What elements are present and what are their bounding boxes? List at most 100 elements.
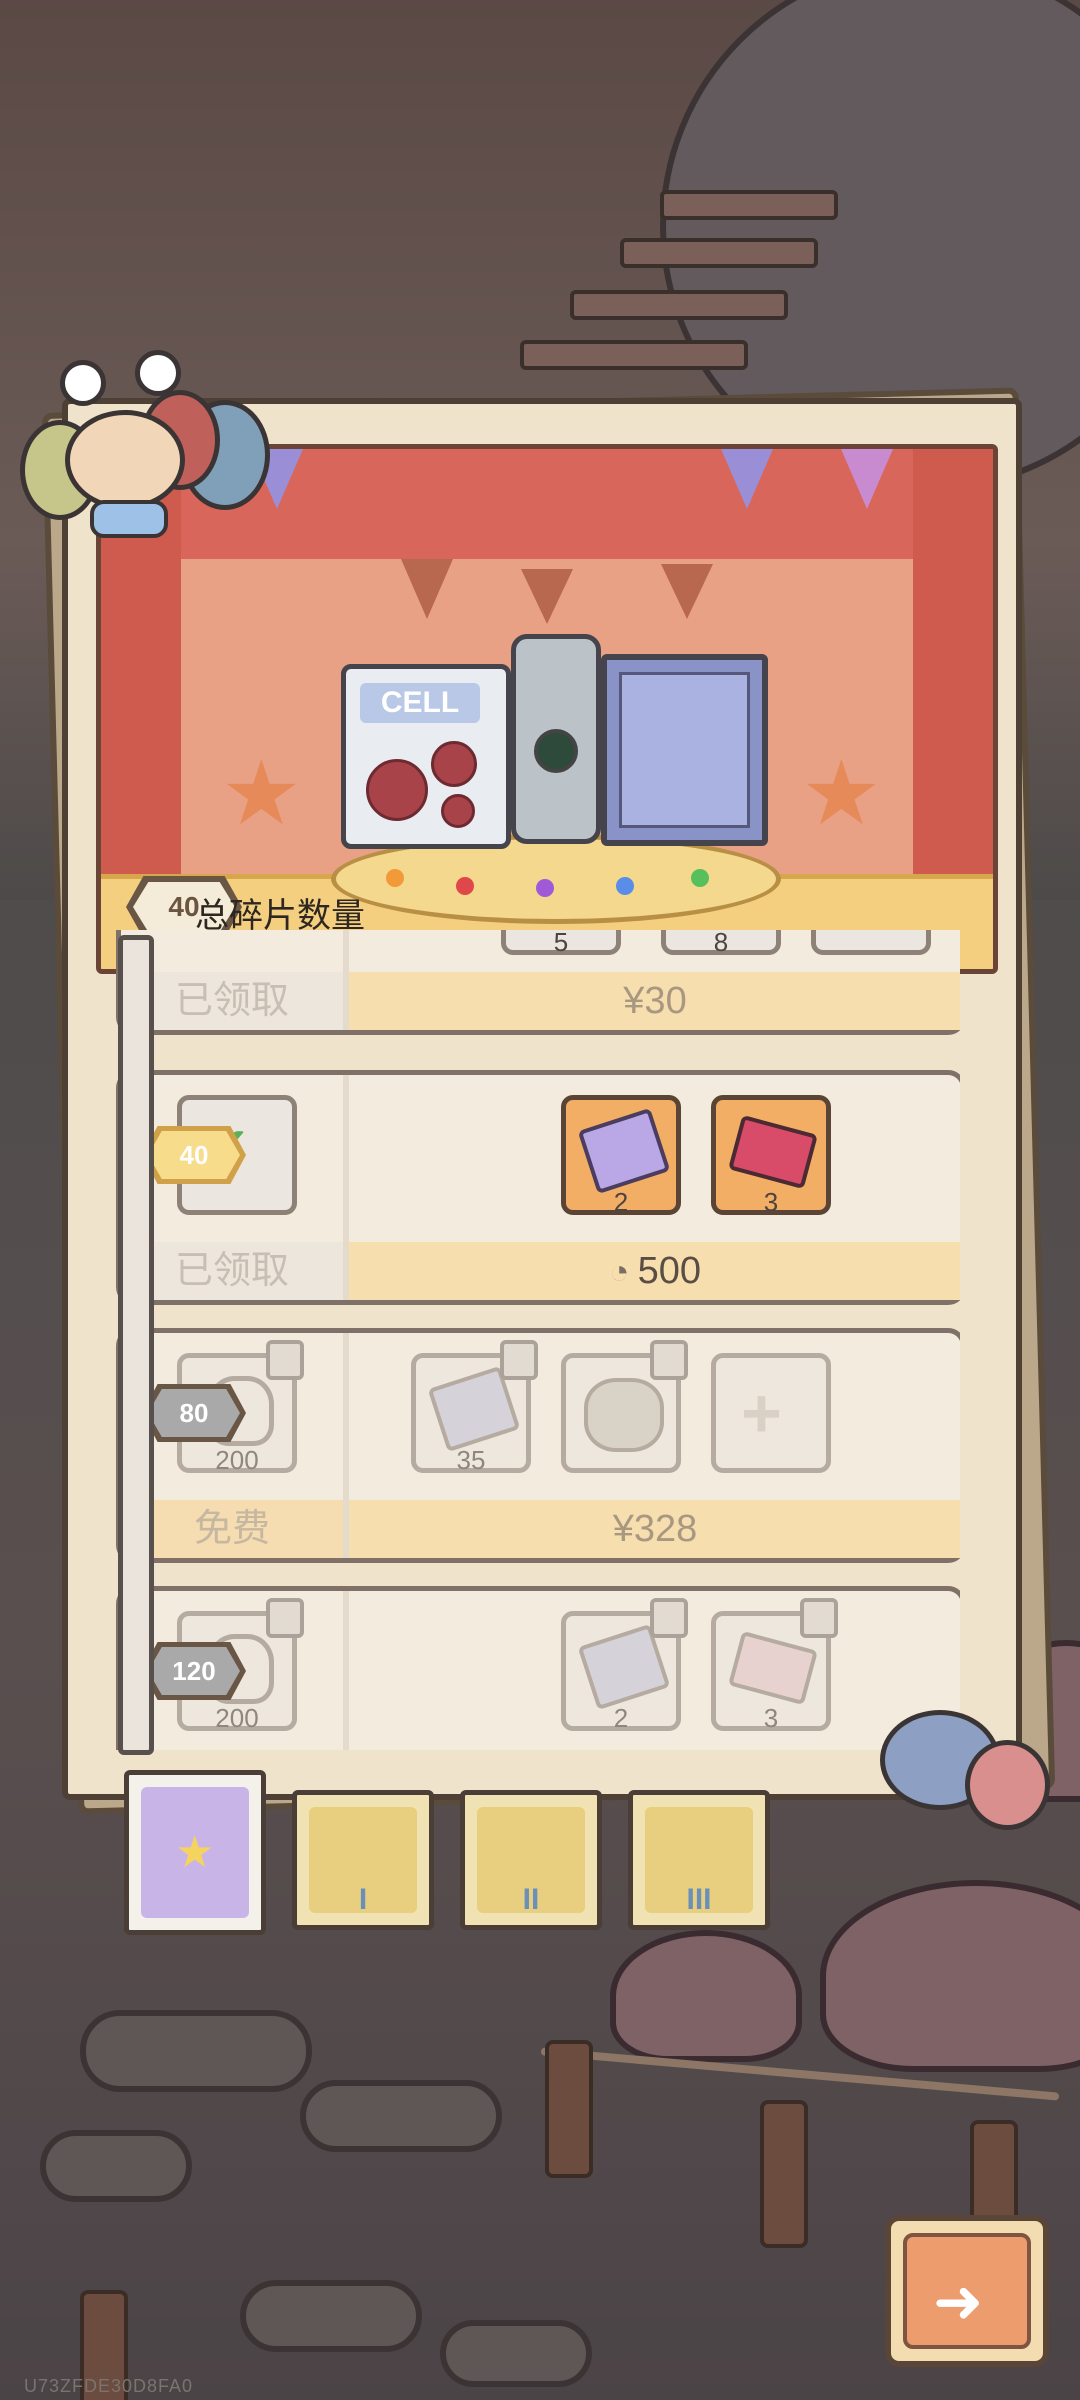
background-stone (240, 2280, 422, 2352)
bunting-flag (521, 569, 573, 624)
milestone-badge: 80 (148, 1389, 240, 1437)
eye-icon (534, 729, 578, 773)
virus-icon (366, 759, 428, 821)
user-id-watermark: U73ZFDE30D8FA0 (24, 2376, 194, 2396)
cell-book: CELL (341, 664, 511, 849)
bow-icon (90, 500, 168, 538)
reward-qty: 35 (456, 1445, 486, 1475)
reward-list[interactable]: 已领取 ¥30 5 8 ✔ 2 3 已领取 ◔500 (60, 930, 960, 1750)
tab-1[interactable]: I (292, 1790, 434, 1930)
light-bulb (536, 879, 554, 897)
bunting-flag (401, 559, 453, 619)
star-decoration: ★ (221, 744, 302, 844)
reward-qty: 2 (613, 1703, 629, 1733)
tab-numeral: II (522, 1883, 540, 1916)
red-ticket-icon (728, 1630, 818, 1706)
background-post (760, 2100, 808, 2248)
snail-mascot (20, 350, 270, 538)
reward-slot[interactable] (811, 930, 931, 955)
reward-qty: 2 (613, 1187, 629, 1217)
reward-qty: 200 (215, 1703, 259, 1733)
next-button-face: ➜ (903, 2233, 1031, 2349)
book-title: CELL (360, 683, 480, 723)
background-stone (300, 2080, 502, 2152)
milestone-badge-active: 40 (148, 1131, 240, 1179)
lock-icon (650, 1598, 688, 1638)
reward-slot[interactable] (561, 1340, 688, 1473)
light-bulb (691, 869, 709, 887)
reward-slot[interactable]: 8 (661, 930, 781, 957)
snail-face (65, 410, 185, 510)
reward-row: ✔ 2 3 已领取 ◔500 (116, 1070, 960, 1305)
snail-eye (60, 360, 106, 406)
background-stone (440, 2320, 592, 2387)
price-text: 500 (637, 1250, 701, 1292)
background-step (660, 190, 838, 220)
tab-2[interactable]: II (460, 1790, 602, 1930)
season-tabs: ★ I II III (120, 1770, 770, 1940)
background-step (570, 290, 788, 320)
reward-qty: 200 (215, 1445, 259, 1475)
lock-icon (500, 1340, 538, 1380)
light-bulb (456, 877, 474, 895)
ticket-card-icon (577, 1107, 671, 1195)
next-button[interactable]: ➜ (885, 2215, 1049, 2367)
lantern-machine (511, 634, 601, 844)
claim-status-label: 已领取 (121, 972, 343, 1030)
reward-qty: 3 (763, 1703, 779, 1733)
lock-icon (266, 1598, 304, 1638)
snail-eye (135, 350, 181, 396)
tab-special[interactable]: ★ (124, 1770, 266, 1935)
background-step (520, 340, 748, 370)
painting-frame (601, 654, 768, 846)
virus-icon (441, 794, 475, 828)
bunting-flag (721, 449, 773, 509)
tab-3[interactable]: III (628, 1790, 770, 1930)
background-mushroom (610, 1930, 802, 2062)
price-text: ¥328 (612, 1508, 698, 1550)
red-ticket-icon (728, 1114, 818, 1190)
light-bulb (386, 869, 404, 887)
reward-qty: 8 (713, 930, 729, 957)
free-label: 免费 (121, 1500, 343, 1558)
tab-numeral: III (686, 1883, 712, 1916)
reward-slot[interactable]: 35 (411, 1340, 538, 1475)
painting-image (619, 672, 750, 828)
reward-slot[interactable]: 3 (711, 1095, 831, 1217)
milestone-badge: 120 (148, 1647, 240, 1695)
background-post (545, 2040, 593, 2178)
treasure-pile-icon (584, 1378, 664, 1452)
light-bulb (616, 877, 634, 895)
lock-icon (800, 1598, 838, 1638)
background-stone (80, 2010, 312, 2092)
row-separator (343, 1591, 349, 1750)
price-text: ¥30 (623, 980, 687, 1022)
ghost-coin-icon: ◔ (609, 1253, 630, 1291)
reward-slot[interactable]: 2 (561, 1095, 681, 1217)
lock-icon (266, 1340, 304, 1380)
price-button[interactable]: ◔ 500 (349, 1242, 960, 1300)
price-button[interactable]: ¥30 (349, 972, 960, 1030)
reward-slot[interactable]: 2 (561, 1598, 688, 1733)
curtain-right (913, 449, 993, 879)
tab-numeral: I (358, 1883, 368, 1916)
reward-slot[interactable]: 5 (501, 930, 621, 957)
claim-status-label: 已领取 (121, 1242, 343, 1300)
virus-icon (431, 741, 477, 787)
bunting-flag (841, 449, 893, 509)
background-step (620, 238, 818, 268)
arrow-right-icon: ➜ (933, 2268, 984, 2335)
lock-icon (650, 1340, 688, 1380)
plus-icon: + (741, 1374, 782, 1452)
star-icon: ★ (175, 1828, 215, 1877)
progress-track (118, 935, 154, 1755)
price-button[interactable]: ¥328 (349, 1500, 960, 1558)
reward-row: 200 35 + 免费 ¥328 (116, 1328, 960, 1563)
reward-qty: 3 (763, 1187, 779, 1217)
balloon-icon (965, 1740, 1050, 1830)
bunting-flag (661, 564, 713, 619)
reward-slot[interactable]: 3 (711, 1598, 838, 1733)
tab-icon: ★ (141, 1787, 249, 1918)
reward-qty: 5 (553, 930, 569, 957)
reward-slot[interactable]: + (711, 1353, 831, 1473)
